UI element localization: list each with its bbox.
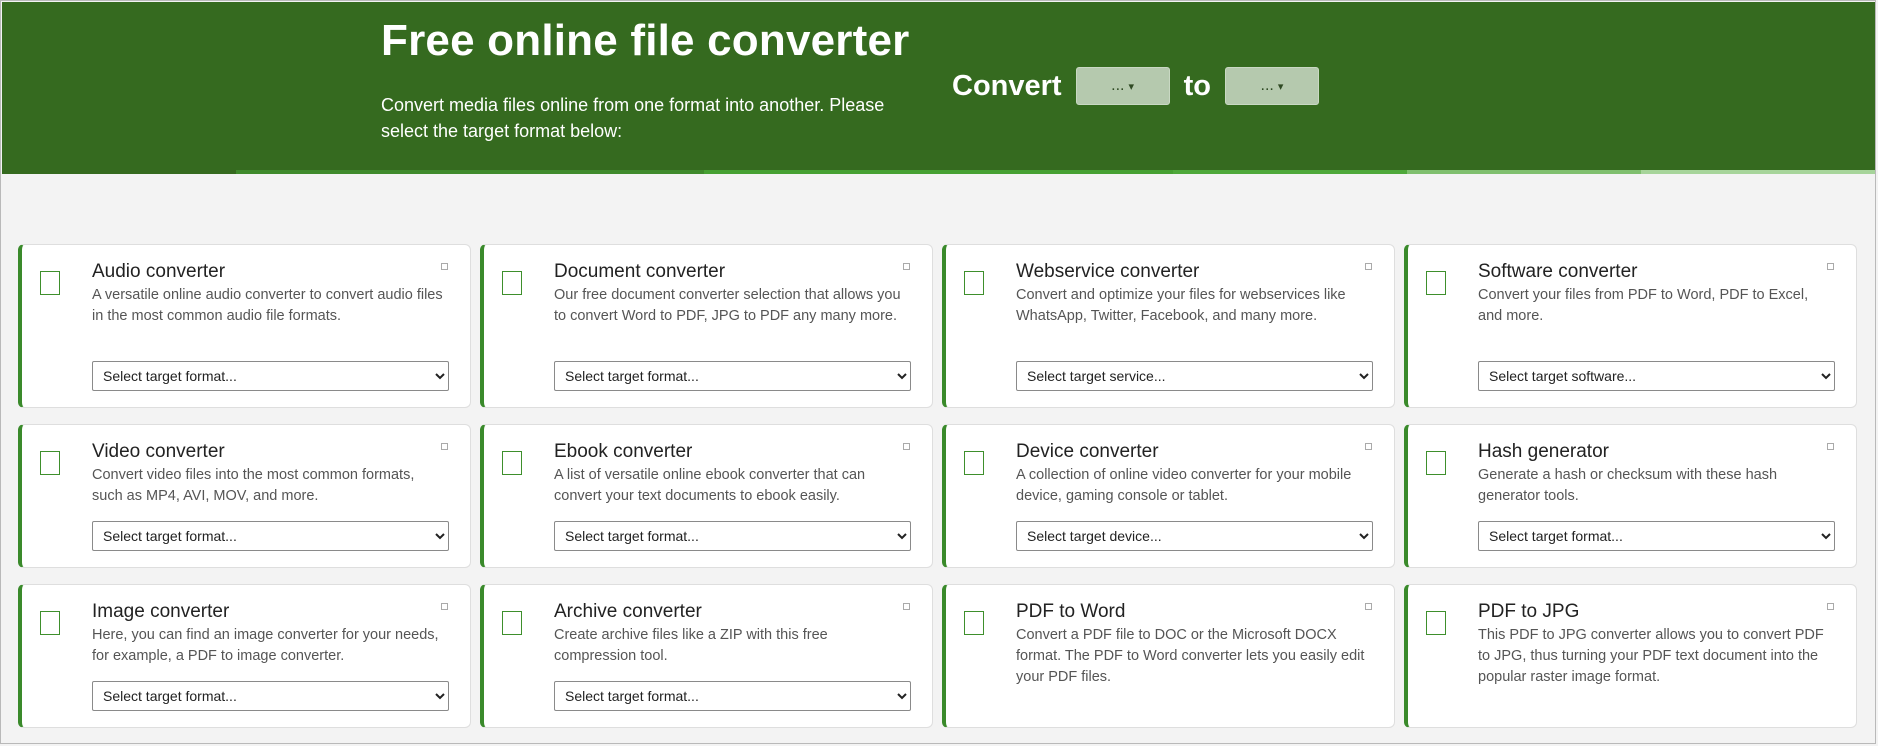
card-title[interactable]: Document converter [554, 261, 725, 283]
checkbox-icon [502, 451, 522, 475]
card-title[interactable]: Device converter [1016, 441, 1159, 463]
target-format-select[interactable]: Select target format... [554, 361, 911, 391]
stripe-segment [1172, 170, 1407, 174]
convert-label: Convert [952, 69, 1062, 102]
caret-down-icon: ▾ [1128, 80, 1135, 93]
to-format-label: ... [1260, 77, 1274, 94]
card-description: A versatile online audio converter to co… [92, 287, 443, 324]
target-format-select[interactable]: Select target format... [1478, 521, 1835, 551]
stripe-segment [236, 170, 471, 174]
target-format-select[interactable]: Select target format... [92, 681, 449, 711]
checkbox-icon [502, 611, 522, 635]
card-description: A list of versatile online ebook convert… [554, 467, 866, 504]
expand-icon[interactable] [903, 603, 910, 610]
converter-card[interactable]: Software converter Convert your files fro… [1404, 244, 1857, 408]
card-description: Convert and optimize your files for webs… [1016, 287, 1346, 324]
expand-icon[interactable] [1365, 443, 1372, 450]
expand-icon[interactable] [441, 603, 448, 610]
expand-icon[interactable] [1827, 603, 1834, 610]
stripe-segment [938, 170, 1173, 174]
card-description: Convert a PDF file to DOC or the Microso… [1016, 627, 1365, 685]
expand-icon[interactable] [1365, 603, 1372, 610]
converter-card[interactable]: Device converter A collection of online v… [942, 424, 1395, 568]
checkbox-icon [1426, 451, 1446, 475]
expand-icon[interactable] [903, 443, 910, 450]
checkbox-icon [964, 451, 984, 475]
target-format-select[interactable]: Select target format... [554, 521, 911, 551]
card-title[interactable]: Software converter [1478, 261, 1637, 283]
from-format-button[interactable]: ... ▾ [1075, 67, 1170, 105]
card-description: Create archive files like a ZIP with thi… [554, 627, 828, 664]
converter-card[interactable]: Webservice converter Convert and optimize… [942, 244, 1395, 408]
from-format-label: ... [1111, 77, 1125, 94]
page-title: Free online file converter [381, 16, 910, 65]
card-description: Convert your files from PDF to Word, PDF… [1478, 287, 1809, 324]
page-header: Free online file converter Convert media… [2, 2, 1875, 174]
card-title[interactable]: Video converter [92, 441, 225, 463]
stripe-segment [1406, 170, 1641, 174]
card-description: This PDF to JPG converter allows you to … [1478, 627, 1824, 685]
stripe-segment [470, 170, 705, 174]
converter-card[interactable]: Archive converter Create archive files li… [480, 584, 933, 728]
target-format-select[interactable]: Select target software... [1478, 361, 1835, 391]
converter-card[interactable]: Document converter Our free document conv… [480, 244, 933, 408]
card-description: Generate a hash or checksum with these h… [1478, 467, 1778, 504]
expand-icon[interactable] [441, 263, 448, 270]
stripe-segment [2, 170, 237, 174]
card-title[interactable]: Archive converter [554, 601, 702, 623]
card-description: Our free document converter selection th… [554, 287, 901, 324]
card-title[interactable]: Ebook converter [554, 441, 692, 463]
expand-icon[interactable] [903, 263, 910, 270]
header-progress-stripe [2, 170, 1875, 174]
expand-icon[interactable] [441, 443, 448, 450]
target-format-select[interactable]: Select target format... [554, 681, 911, 711]
card-title[interactable]: Image converter [92, 601, 229, 623]
target-format-select[interactable]: Select target format... [92, 361, 449, 391]
checkbox-icon [1426, 271, 1446, 295]
converter-card[interactable]: PDF to Word Convert a PDF file to DOC or … [942, 584, 1395, 728]
card-title[interactable]: Webservice converter [1016, 261, 1199, 283]
target-format-select[interactable]: Select target device... [1016, 521, 1373, 551]
to-label: to [1183, 69, 1211, 102]
expand-icon[interactable] [1827, 443, 1834, 450]
card-title[interactable]: Hash generator [1478, 441, 1609, 463]
converter-card[interactable]: Ebook converter A list of versatile onlin… [480, 424, 933, 568]
expand-icon[interactable] [1827, 263, 1834, 270]
checkbox-icon [964, 271, 984, 295]
checkbox-icon [964, 611, 984, 635]
card-title[interactable]: PDF to Word [1016, 601, 1125, 623]
stripe-segment [704, 170, 939, 174]
stripe-segment [1640, 170, 1875, 174]
card-description: Convert video files into the most common… [92, 467, 415, 504]
converter-card[interactable]: Image converter Here, you can find an ima… [18, 584, 471, 728]
converter-card[interactable]: Audio converter A versatile online audio … [18, 244, 471, 408]
checkbox-icon [40, 451, 60, 475]
card-title[interactable]: PDF to JPG [1478, 601, 1579, 623]
quick-convert-bar: Convert ... ▾ to ... ▾ [952, 66, 1333, 106]
card-description: Here, you can find an image converter fo… [92, 627, 439, 664]
card-description: A collection of online video converter f… [1016, 467, 1352, 504]
caret-down-icon: ▾ [1277, 80, 1284, 93]
target-format-select[interactable]: Select target format... [92, 521, 449, 551]
checkbox-icon [40, 611, 60, 635]
target-format-select[interactable]: Select target service... [1016, 361, 1373, 391]
page-subtitle: Convert media files online from one form… [381, 95, 885, 141]
checkbox-icon [1426, 611, 1446, 635]
expand-icon[interactable] [1365, 263, 1372, 270]
converter-card[interactable]: PDF to JPG This PDF to JPG converter allo… [1404, 584, 1857, 728]
checkbox-icon [502, 271, 522, 295]
converter-card[interactable]: Hash generator Generate a hash or checksu… [1404, 424, 1857, 568]
checkbox-icon [40, 271, 60, 295]
card-title[interactable]: Audio converter [92, 261, 225, 283]
converter-card[interactable]: Video converter Convert video files into … [18, 424, 471, 568]
converter-grid: Audio converter A versatile online audio … [18, 244, 1857, 728]
to-format-button[interactable]: ... ▾ [1224, 67, 1319, 105]
